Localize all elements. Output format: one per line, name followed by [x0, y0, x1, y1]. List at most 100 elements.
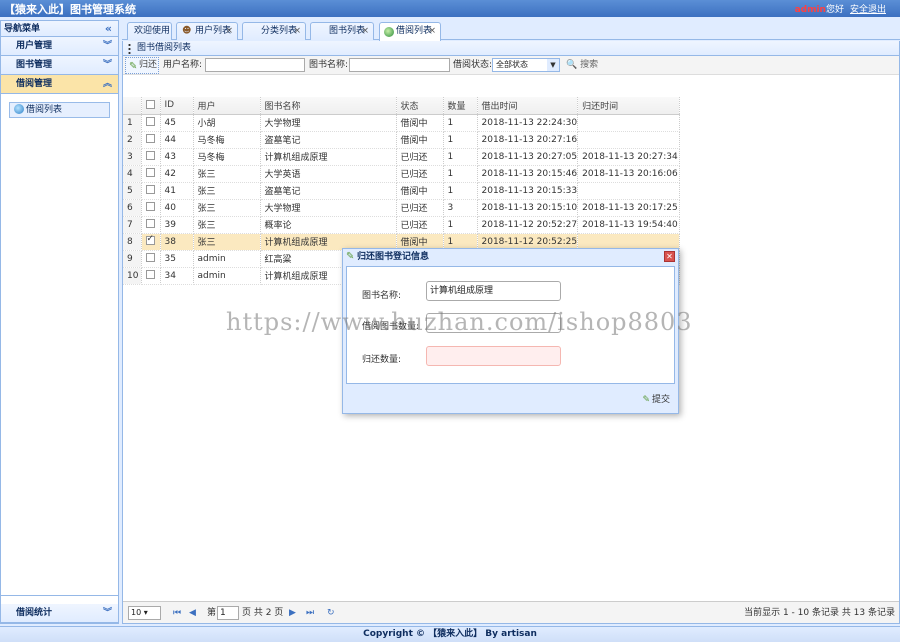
page-suffix: 页 共 2 页: [242, 608, 284, 618]
tab-label: 借阅列表: [396, 26, 433, 36]
cell-qty: 1: [443, 165, 478, 183]
next-page-icon[interactable]: ▶: [289, 602, 296, 624]
sidebar-title: 导航菜单: [4, 24, 41, 34]
search-icon: 🔍: [566, 60, 578, 70]
table-row[interactable]: 1 45 小胡 大学物理 借阅中 1 2018-11-13 22:24:30: [123, 114, 681, 132]
page-prefix: 第: [207, 608, 217, 618]
chevron-down-icon: ︾: [102, 41, 112, 51]
row-checkbox[interactable]: [145, 219, 155, 228]
book-name-field[interactable]: 计算机组成原理: [426, 281, 561, 301]
row-checkbox-cell[interactable]: [141, 114, 161, 132]
close-icon[interactable]: ✕: [664, 251, 675, 262]
status-select-value: 全部状态: [496, 60, 528, 69]
submit-label: 提交: [651, 395, 670, 405]
cell-user: 张三: [193, 165, 261, 183]
menu-borrow-management[interactable]: 借阅管理 ︽: [1, 75, 118, 94]
cell-status: 借阅中: [396, 131, 444, 149]
row-checkbox[interactable]: [145, 270, 155, 279]
row-checkbox[interactable]: [145, 253, 155, 262]
prev-page-icon[interactable]: ◀: [189, 602, 196, 624]
book-name-field-label: 图书名称:: [362, 291, 402, 301]
cell-user: 张三: [193, 182, 261, 200]
panel-title-text: 图书借阅列表: [137, 43, 192, 53]
cell-out: 2018-11-13 20:27:05: [477, 148, 579, 166]
row-checkbox[interactable]: [145, 202, 155, 211]
tab-book-list[interactable]: 图书列表 ×: [310, 22, 374, 40]
table-row[interactable]: 4 42 张三 大学英语 已归还 1 2018-11-13 20:15:46 2018-11-…: [123, 165, 681, 183]
return-qty-field[interactable]: [426, 346, 561, 366]
cell-qty: 1: [443, 148, 478, 166]
row-checkbox-cell[interactable]: [141, 267, 161, 285]
column-header: 状态: [396, 97, 444, 115]
row-checkbox-cell[interactable]: [141, 216, 161, 234]
table-row[interactable]: 2 44 马冬梅 盗墓笔记 借阅中 1 2018-11-13 20:27:16: [123, 131, 681, 149]
logout-link[interactable]: 安全退出: [850, 5, 886, 15]
refresh-icon[interactable]: ↻: [327, 602, 335, 624]
user-icon: ☻: [182, 26, 192, 36]
cell-qty: 1: [443, 216, 478, 234]
menu-borrow-stats[interactable]: 借阅统计 ︾: [1, 604, 118, 623]
row-checkbox-cell[interactable]: [141, 165, 161, 183]
cell-user: 马冬梅: [193, 148, 261, 166]
search-button[interactable]: 🔍 搜索: [566, 56, 598, 75]
table-row[interactable]: 6 40 张三 大学物理 已归还 3 2018-11-13 20:15:10 2018-11-…: [123, 199, 681, 217]
menu-label: 借阅统计: [16, 608, 53, 618]
dialog-footer: ✎ 提交: [346, 388, 675, 410]
row-checkbox[interactable]: [145, 117, 155, 126]
app-header: 【猿来入此】图书管理系统 admin您好 安全退出: [0, 0, 900, 17]
pencil-icon: ✎: [642, 395, 650, 405]
close-icon[interactable]: ×: [361, 23, 369, 40]
table-row[interactable]: 5 41 张三 盗墓笔记 借阅中 1 2018-11-13 20:15:33: [123, 182, 681, 200]
page-input[interactable]: 1: [217, 606, 239, 620]
cell-id: 34: [160, 267, 194, 285]
first-page-icon[interactable]: ⏮: [173, 602, 181, 624]
select-all-checkbox[interactable]: [145, 99, 155, 109]
borrow-qty-field[interactable]: [426, 313, 561, 333]
cell-id: 44: [160, 131, 194, 149]
tab-user-list[interactable]: ☻ 用户列表 ×: [176, 22, 238, 40]
status-label: 借阅状态:: [453, 60, 493, 70]
sidebar-item-borrow-list[interactable]: 借阅列表: [9, 102, 110, 118]
tab-borrow-list[interactable]: 借阅列表 ×: [379, 22, 441, 41]
select-all-checkbox-cell[interactable]: [141, 97, 161, 115]
row-checkbox[interactable]: [145, 168, 155, 177]
row-checkbox-cell[interactable]: [141, 250, 161, 268]
close-icon[interactable]: ×: [293, 23, 301, 40]
row-checkbox-cell[interactable]: [141, 148, 161, 166]
chevron-up-icon: ︽: [102, 79, 112, 89]
submit-button[interactable]: ✎ 提交: [642, 392, 670, 405]
return-button[interactable]: ✎ 归还: [125, 57, 159, 74]
row-checkbox[interactable]: [145, 134, 155, 143]
row-checkbox[interactable]: [145, 151, 155, 160]
menu-book-management[interactable]: 图书管理 ︾: [1, 56, 118, 75]
collapse-icon[interactable]: «: [105, 21, 112, 37]
tab-label: 图书列表: [329, 26, 366, 36]
table-header: ID 用户 图书名称 状态 数量 借出时间 归还时间: [123, 97, 681, 115]
tab-welcome[interactable]: 欢迎使用: [127, 22, 172, 40]
status-select[interactable]: 全部状态 ▼: [492, 58, 560, 72]
book-name-input[interactable]: [349, 58, 450, 72]
row-checkbox-cell[interactable]: [141, 233, 161, 251]
user-name-input[interactable]: [205, 58, 305, 72]
cell-book: 大学物理: [260, 199, 397, 217]
cell-id: 45: [160, 114, 194, 132]
last-page-icon[interactable]: ⏭: [306, 602, 314, 624]
cell-ret: 2018-11-13 20:27:34: [577, 148, 681, 166]
close-icon[interactable]: ×: [428, 23, 436, 40]
dialog-body: 图书名称: 计算机组成原理 借阅图书数量: 归还数量:: [346, 266, 675, 384]
row-checkbox-cell[interactable]: [141, 131, 161, 149]
tab-label: 分类列表: [261, 26, 298, 36]
menu-user-management[interactable]: 用户管理 ︾: [1, 37, 118, 56]
row-checkbox-cell[interactable]: [141, 199, 161, 217]
row-checkbox[interactable]: [145, 185, 155, 194]
page-size-select[interactable]: 10 ▾: [128, 606, 161, 620]
row-checkbox[interactable]: [145, 234, 155, 245]
table-row[interactable]: 7 39 张三 概率论 已归还 1 2018-11-12 20:52:27 2018-11-1…: [123, 216, 681, 234]
row-checkbox-cell[interactable]: [141, 182, 161, 200]
close-icon[interactable]: ×: [225, 23, 233, 40]
table-row[interactable]: 3 43 马冬梅 计算机组成原理 已归还 1 2018-11-13 20:27:05 2018…: [123, 148, 681, 166]
toolbar: ✎ 归还 用户名称: 图书名称: 借阅状态: 全部状态 ▼ 🔍 搜索: [123, 56, 899, 75]
tab-category-list[interactable]: 分类列表 ×: [242, 22, 306, 40]
cell-qty: 1: [443, 182, 478, 200]
row-number: 3: [123, 148, 142, 166]
